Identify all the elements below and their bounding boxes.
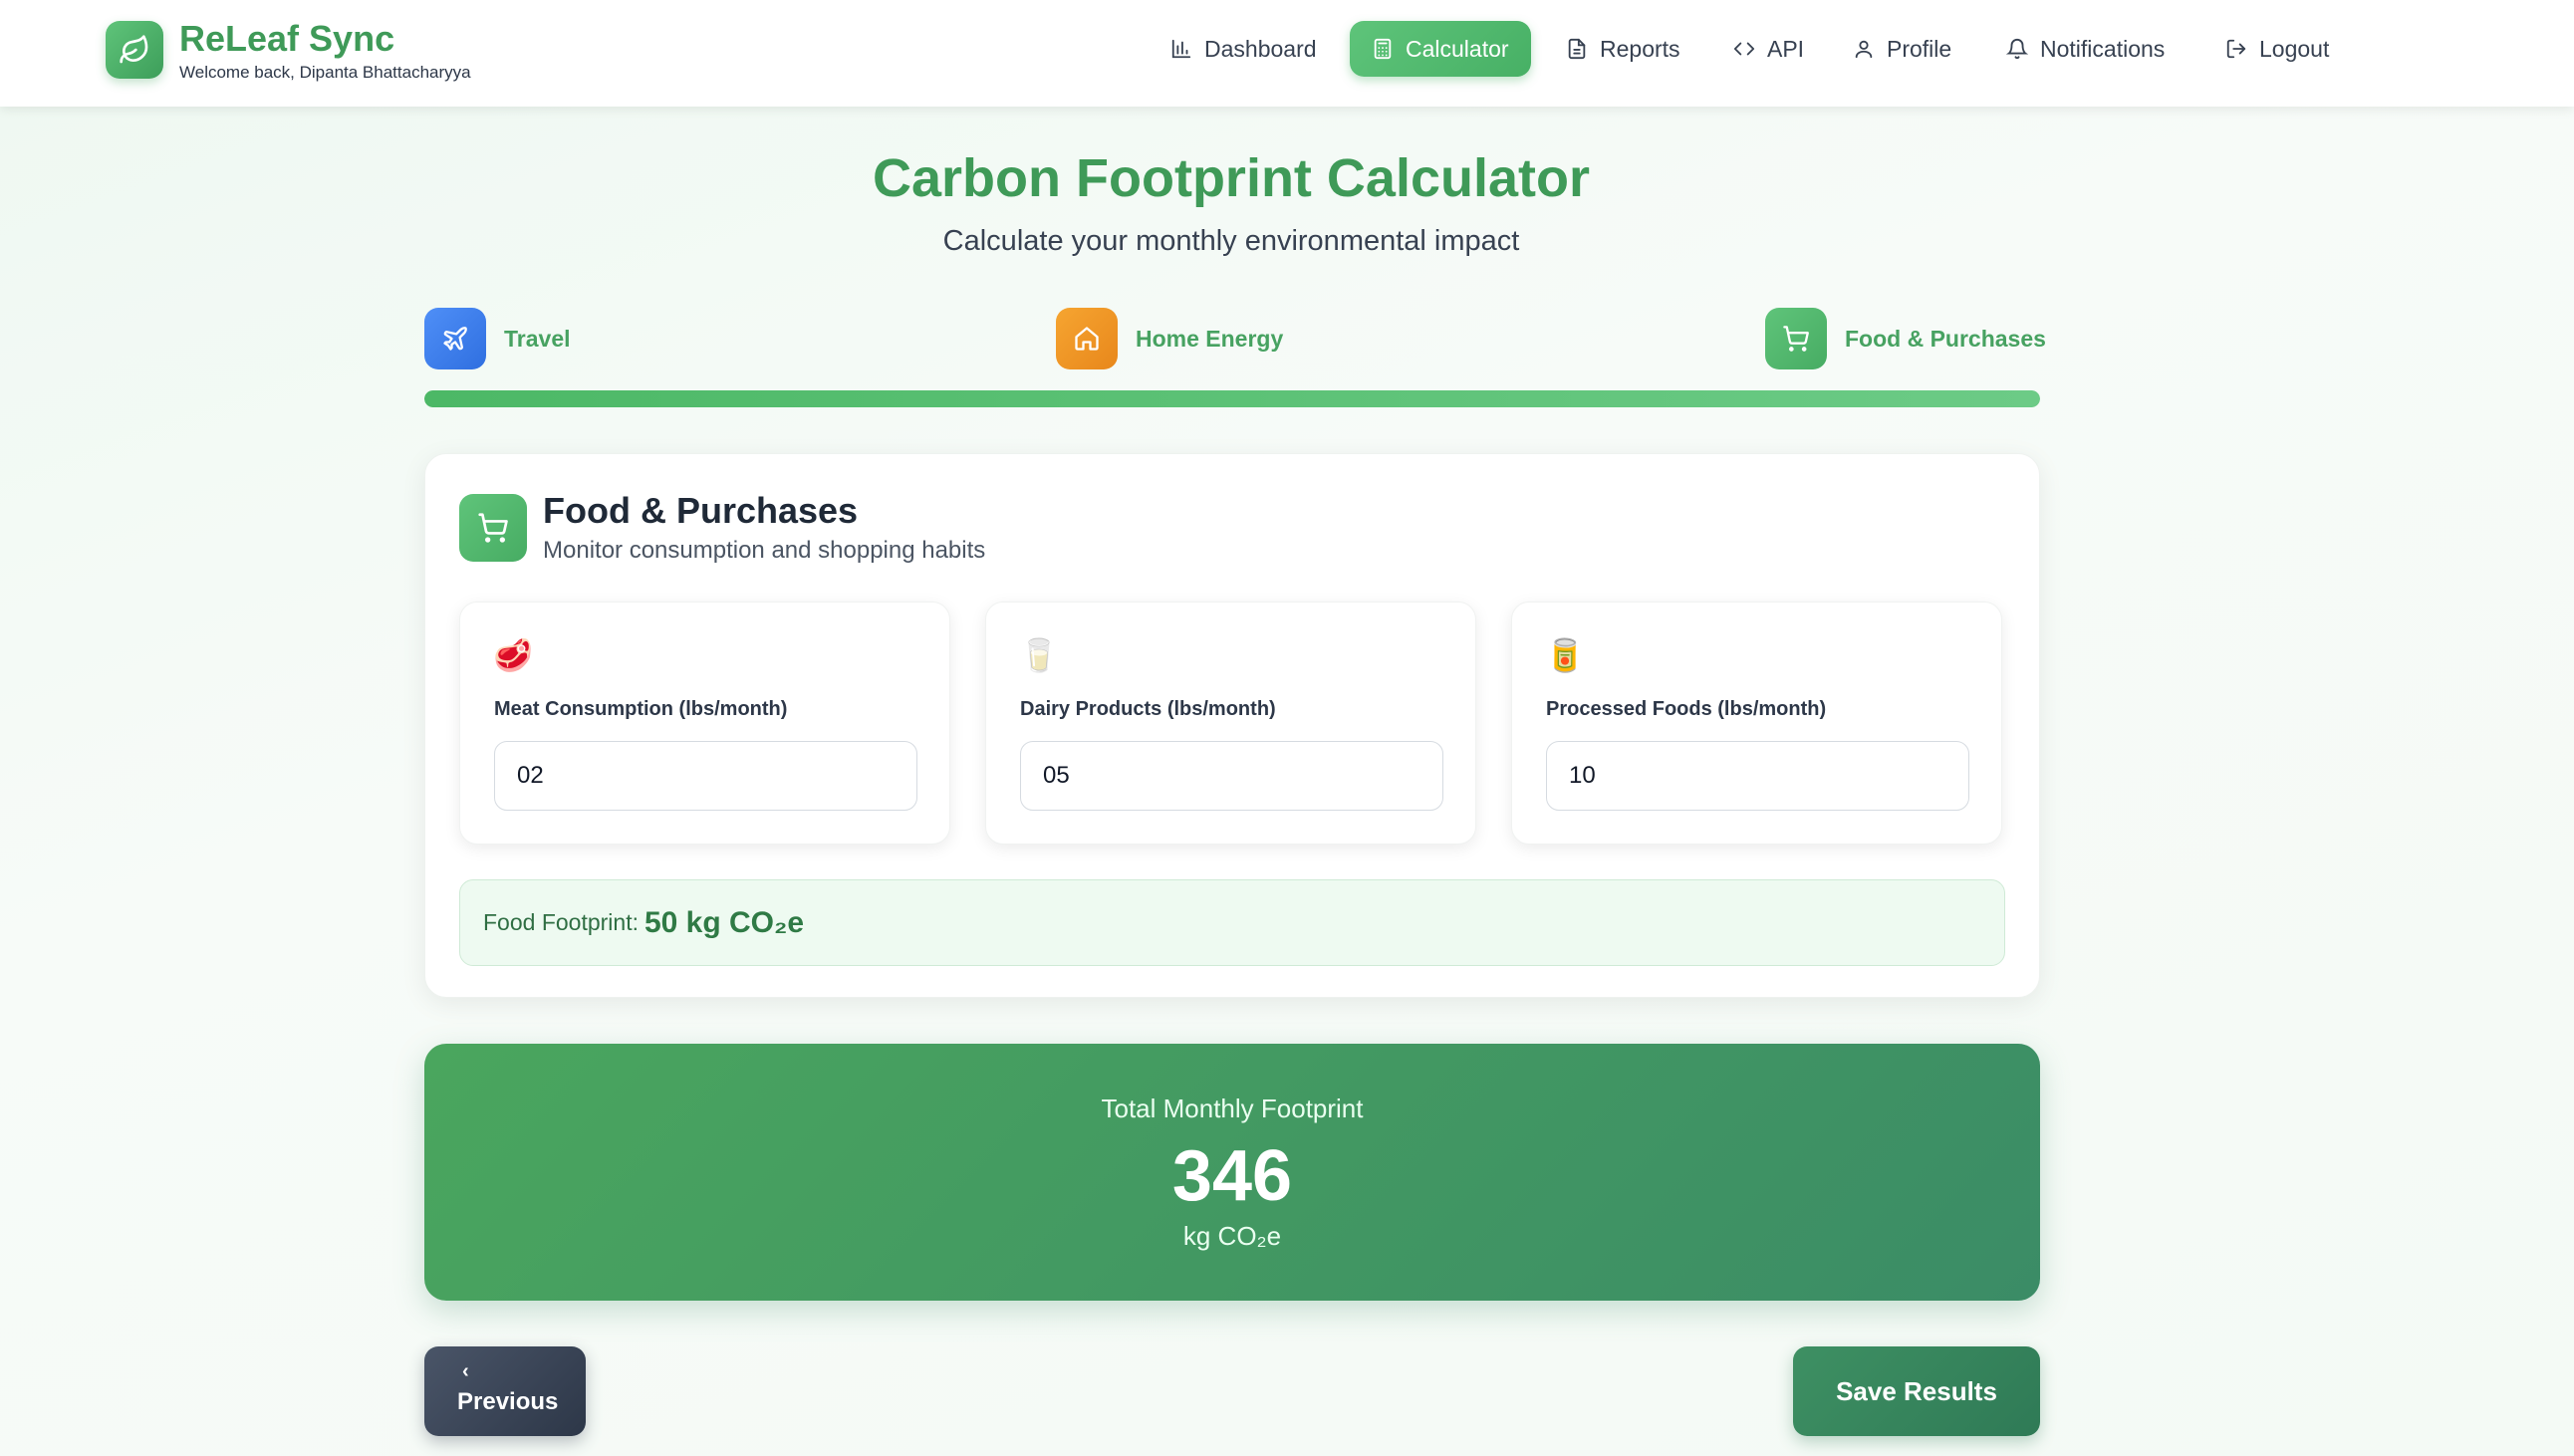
bell-icon <box>2006 39 2028 60</box>
nav-api[interactable]: API <box>1711 21 1826 77</box>
nav-dashboard-label: Dashboard <box>1204 35 1317 62</box>
page-subtitle: Calculate your monthly environmental imp… <box>942 225 1520 257</box>
user-icon <box>1855 40 1873 59</box>
plane-icon <box>424 308 486 369</box>
previous-button[interactable]: ‹ Previous <box>424 1346 586 1436</box>
milk-icon: 🥛 <box>1019 636 1059 674</box>
total-footprint-value: 346 <box>1171 1136 1293 1216</box>
dairy-products-box: 🥛 Dairy Products (lbs/month) <box>985 602 1476 845</box>
nav-reports[interactable]: Reports <box>1544 21 1702 77</box>
food-footprint-summary: Food Footprint: 50 kg CO₂e <box>459 879 2005 966</box>
step-progress-bar <box>424 390 2040 407</box>
nav-logout[interactable]: Logout <box>2203 21 2351 77</box>
nav-dashboard[interactable]: Dashboard <box>1149 21 1339 77</box>
nav-api-label: API <box>1767 35 1805 62</box>
total-footprint-label: Total Monthly Footprint <box>1101 1093 1364 1123</box>
step-home-energy-label: Home Energy <box>1136 325 1284 352</box>
meat-consumption-input[interactable] <box>494 741 917 811</box>
calculator-icon <box>1374 38 1392 60</box>
step-progress-fill <box>424 390 2040 407</box>
page-title: Carbon Footprint Calculator <box>873 148 1590 208</box>
code-icon <box>1733 42 1755 56</box>
food-purchases-card: Food & Purchases Monitor consumption and… <box>424 453 2040 998</box>
step-travel-label: Travel <box>504 325 571 352</box>
home-icon <box>1056 308 1118 369</box>
nav-reports-label: Reports <box>1600 35 1680 62</box>
leaf-logo-icon[interactable] <box>106 21 163 79</box>
nav-calculator-label: Calculator <box>1406 35 1509 62</box>
total-footprint-card: Total Monthly Footprint 346 kg CO₂e <box>424 1044 2040 1301</box>
cart-icon <box>1765 308 1827 369</box>
food-footprint-label: Food Footprint: <box>483 909 639 935</box>
processed-foods-input[interactable] <box>1546 741 1969 811</box>
save-results-button[interactable]: Save Results <box>1793 1346 2040 1436</box>
section-title: Food & Purchases <box>543 490 859 531</box>
chevron-left-icon: ‹ <box>462 1360 469 1382</box>
meat-consumption-box: 🥩 Meat Consumption (lbs/month) <box>459 602 950 845</box>
app-name[interactable]: ReLeaf Sync <box>179 18 394 60</box>
bar-chart-icon <box>1171 39 1191 59</box>
meat-icon: 🥩 <box>493 636 533 674</box>
nav-logout-label: Logout <box>2259 35 2330 62</box>
step-home-energy[interactable]: Home Energy <box>1056 308 1283 369</box>
nav-profile[interactable]: Profile <box>1831 21 1973 77</box>
step-travel[interactable]: Travel <box>424 308 571 369</box>
logout-icon <box>2226 39 2246 59</box>
nav-calculator[interactable]: Calculator <box>1350 21 1531 77</box>
top-navbar: ReLeaf Sync Welcome back, Dipanta Bhatta… <box>0 0 2574 107</box>
nav-profile-label: Profile <box>1887 35 1952 62</box>
previous-button-label: Previous <box>457 1388 559 1415</box>
nav-notifications-label: Notifications <box>2040 35 2166 62</box>
dairy-products-input[interactable] <box>1020 741 1443 811</box>
cart-icon <box>459 494 527 562</box>
nav-notifications[interactable]: Notifications <box>1984 21 2187 77</box>
step-food-purchases-label: Food & Purchases <box>1845 325 2046 352</box>
meat-consumption-label: Meat Consumption (lbs/month) <box>494 698 788 720</box>
can-icon: 🥫 <box>1545 636 1585 674</box>
dairy-products-label: Dairy Products (lbs/month) <box>1020 698 1276 720</box>
processed-foods-label: Processed Foods (lbs/month) <box>1546 698 1827 720</box>
total-footprint-unit: kg CO₂e <box>1182 1221 1282 1251</box>
welcome-message: Welcome back, Dipanta Bhattacharyya <box>179 63 471 82</box>
document-icon <box>1568 38 1586 60</box>
processed-foods-box: 🥫 Processed Foods (lbs/month) <box>1511 602 2002 845</box>
food-footprint-value: 50 kg CO₂e <box>644 905 805 939</box>
section-subtitle: Monitor consumption and shopping habits <box>543 537 986 564</box>
step-food-purchases[interactable]: Food & Purchases <box>1765 308 2046 369</box>
